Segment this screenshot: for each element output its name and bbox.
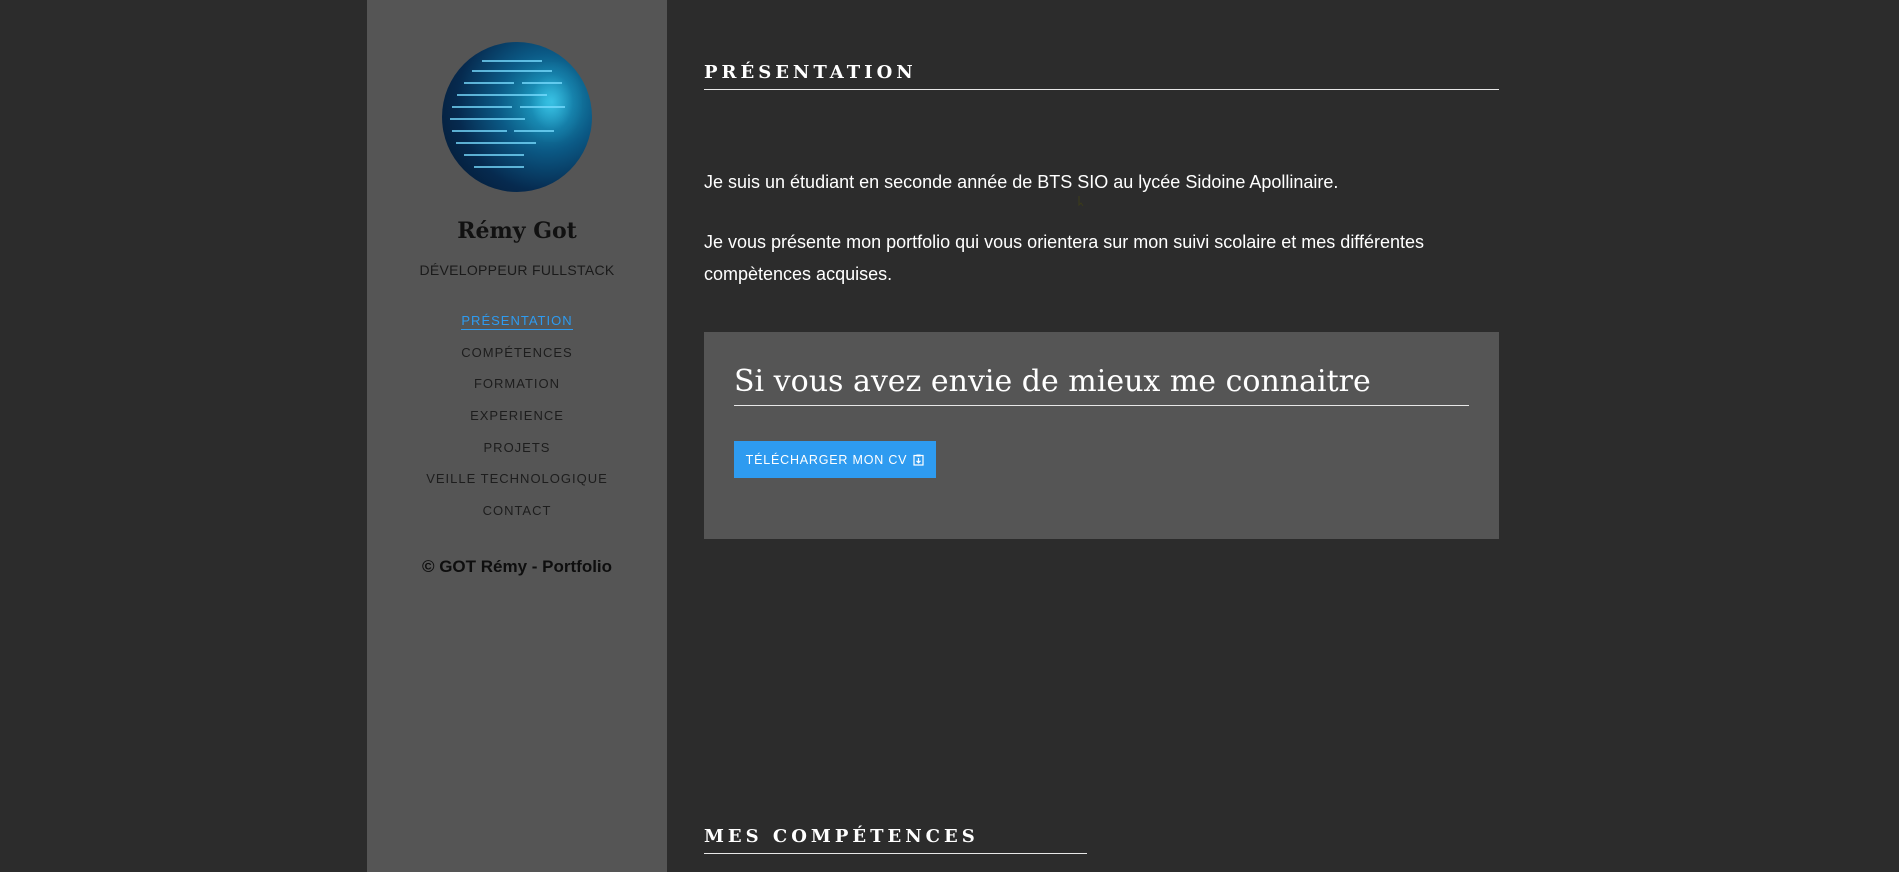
portfolio-paragraph: Je vous présente mon portfolio qui vous … bbox=[704, 232, 1425, 284]
nav-item-veille: VEILLE TECHNOLOGIQUE bbox=[367, 470, 667, 502]
nav-link-presentation[interactable]: PRÉSENTATION bbox=[461, 313, 573, 330]
avatar-code-line bbox=[456, 142, 536, 144]
avatar-code-line bbox=[474, 166, 524, 168]
cv-box-title: Si vous avez envie de mieux me connaitre bbox=[734, 364, 1469, 406]
avatar-code-line bbox=[520, 106, 565, 108]
nav-item-competences: COMPÉTENCES bbox=[367, 344, 667, 376]
nav-item-experience: EXPERIENCE bbox=[367, 407, 667, 439]
avatar-code-line bbox=[452, 106, 512, 108]
avatar-code-line bbox=[514, 130, 554, 132]
nav-item-projets: PROJETS bbox=[367, 439, 667, 471]
sidebar: Rémy Got DÉVELOPPEUR FULLSTACK PRÉSENTAT… bbox=[367, 0, 667, 872]
nav-link-formation[interactable]: FORMATION bbox=[474, 376, 560, 391]
section-heading-competences: MES COMPÉTENCES bbox=[704, 826, 1087, 854]
avatar-code-line bbox=[464, 82, 514, 84]
avatar-code-line bbox=[482, 60, 542, 62]
avatar-code-line bbox=[472, 70, 552, 72]
nav-link-competences[interactable]: COMPÉTENCES bbox=[461, 345, 572, 360]
profile-name: Rémy Got bbox=[457, 218, 577, 244]
nav-link-veille[interactable]: VEILLE TECHNOLOGIQUE bbox=[426, 471, 608, 486]
profile-role: DÉVELOPPEUR FULLSTACK bbox=[419, 262, 615, 278]
copyright: © GOT Rémy - Portfolio bbox=[421, 557, 613, 576]
page: Rémy Got DÉVELOPPEUR FULLSTACK PRÉSENTAT… bbox=[0, 0, 1899, 872]
nav-item-formation: FORMATION bbox=[367, 375, 667, 407]
nav-item-presentation: PRÉSENTATION bbox=[367, 312, 667, 344]
nav-link-contact[interactable]: CONTACT bbox=[483, 503, 552, 518]
mouse-cursor-icon bbox=[1078, 196, 1084, 206]
intro-paragraph: Je suis un étudiant en seconde année de … bbox=[704, 172, 1339, 192]
nav-link-projets[interactable]: PROJETS bbox=[484, 440, 551, 455]
main-content: PRÉSENTATION Je suis un étudiant en seco… bbox=[704, 0, 1499, 872]
sidebar-nav: PRÉSENTATION COMPÉTENCES FORMATION EXPER… bbox=[367, 312, 667, 534]
avatar-code-line bbox=[457, 94, 547, 96]
nav-link-experience[interactable]: EXPERIENCE bbox=[470, 408, 564, 423]
avatar bbox=[442, 42, 592, 192]
download-cv-button-label: TÉLÉCHARGER MON CV bbox=[745, 452, 908, 467]
avatar-code-line bbox=[450, 118, 525, 120]
download-file-icon bbox=[913, 454, 924, 466]
cv-box: Si vous avez envie de mieux me connaitre… bbox=[704, 332, 1499, 539]
avatar-code-line bbox=[522, 82, 562, 84]
avatar-code-line bbox=[452, 130, 507, 132]
nav-item-contact: CONTACT bbox=[367, 502, 667, 534]
download-cv-button[interactable]: TÉLÉCHARGER MON CV bbox=[734, 441, 936, 478]
section-heading-presentation: PRÉSENTATION bbox=[704, 62, 1499, 90]
avatar-code-line bbox=[464, 154, 524, 156]
